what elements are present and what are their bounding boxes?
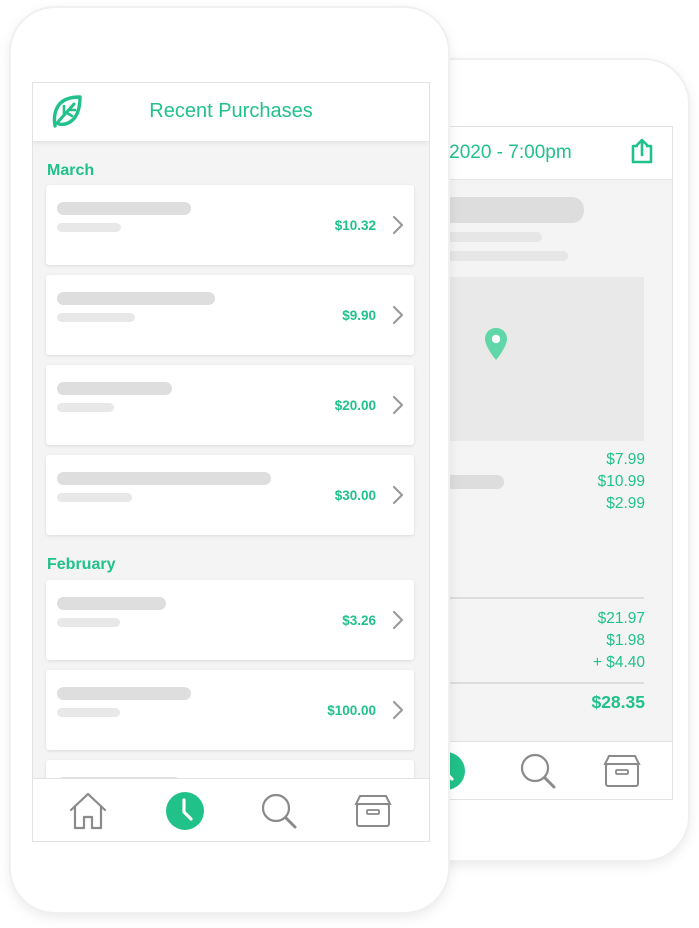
location-map[interactable] <box>422 277 644 441</box>
purchase-card[interactable]: $100.00 <box>46 670 414 750</box>
share-icon[interactable] <box>627 137 657 167</box>
app-header: Recent Purchases <box>33 83 429 142</box>
date-placeholder <box>57 313 135 322</box>
subtotal-value: $21.97 <box>597 610 645 627</box>
purchase-card[interactable]: $3.26 <box>46 580 414 660</box>
history-icon[interactable] <box>163 789 207 833</box>
purchase-amount: $9.90 <box>342 308 376 323</box>
detail-title: 5, 2020 - 7:00pm <box>428 142 572 163</box>
date-placeholder <box>57 618 120 627</box>
bottom-nav <box>33 778 429 841</box>
chevron-right-icon <box>390 610 406 630</box>
item-price: $2.99 <box>606 495 645 512</box>
chevron-right-icon <box>390 305 406 325</box>
archive-icon[interactable] <box>600 749 644 793</box>
merchant-placeholder <box>57 292 215 305</box>
item-price: $7.99 <box>606 451 645 468</box>
purchase-amount: $100.00 <box>327 703 376 718</box>
merchant-placeholder <box>57 472 271 485</box>
purchase-amount: $20.00 <box>334 398 376 413</box>
chevron-right-icon <box>390 700 406 720</box>
month-heading: February <box>47 556 116 573</box>
tax-value: $1.98 <box>606 632 645 649</box>
total-value: $28.35 <box>591 692 645 712</box>
merchant-placeholder <box>57 202 191 215</box>
chevron-right-icon <box>390 215 406 235</box>
purchase-card[interactable]: $10.32 <box>46 185 414 265</box>
purchase-amount: $10.32 <box>334 218 376 233</box>
archive-icon[interactable] <box>351 789 395 833</box>
purchase-card[interactable]: $30.00 <box>46 455 414 535</box>
date-placeholder <box>57 223 121 232</box>
search-icon[interactable] <box>516 749 560 793</box>
tip-value: + $4.40 <box>592 654 645 671</box>
purchase-amount: $3.26 <box>342 613 376 628</box>
purchase-card[interactable]: $20.00 <box>46 365 414 445</box>
total-divider <box>422 682 644 684</box>
date-placeholder <box>57 493 132 502</box>
detail-header: 5, 2020 - 7:00pm <box>422 127 672 180</box>
location-pin-icon <box>484 327 508 361</box>
chevron-right-icon <box>390 485 406 505</box>
chevron-right-icon <box>390 395 406 415</box>
page-title: Recent Purchases <box>149 100 313 122</box>
recent-purchases-screen: Recent Purchases March $10.32 $9.90 $20.… <box>32 82 430 842</box>
merchant-placeholder <box>57 687 191 700</box>
merchant-placeholder <box>57 382 172 395</box>
detail-bottom-nav <box>422 741 672 799</box>
merchant-placeholder <box>57 597 166 610</box>
item-price: $10.99 <box>597 473 645 490</box>
purchase-card[interactable]: $9.90 <box>46 275 414 355</box>
date-placeholder <box>57 403 114 412</box>
search-icon[interactable] <box>257 789 301 833</box>
home-icon[interactable] <box>66 789 110 833</box>
month-heading: March <box>47 162 95 179</box>
purchase-amount: $30.00 <box>334 488 376 503</box>
summary-divider <box>422 597 644 599</box>
date-placeholder <box>57 708 120 717</box>
purchase-detail-screen: 5, 2020 - 7:00pm $7.99 $10.99 $2.99 $21.… <box>421 126 673 800</box>
